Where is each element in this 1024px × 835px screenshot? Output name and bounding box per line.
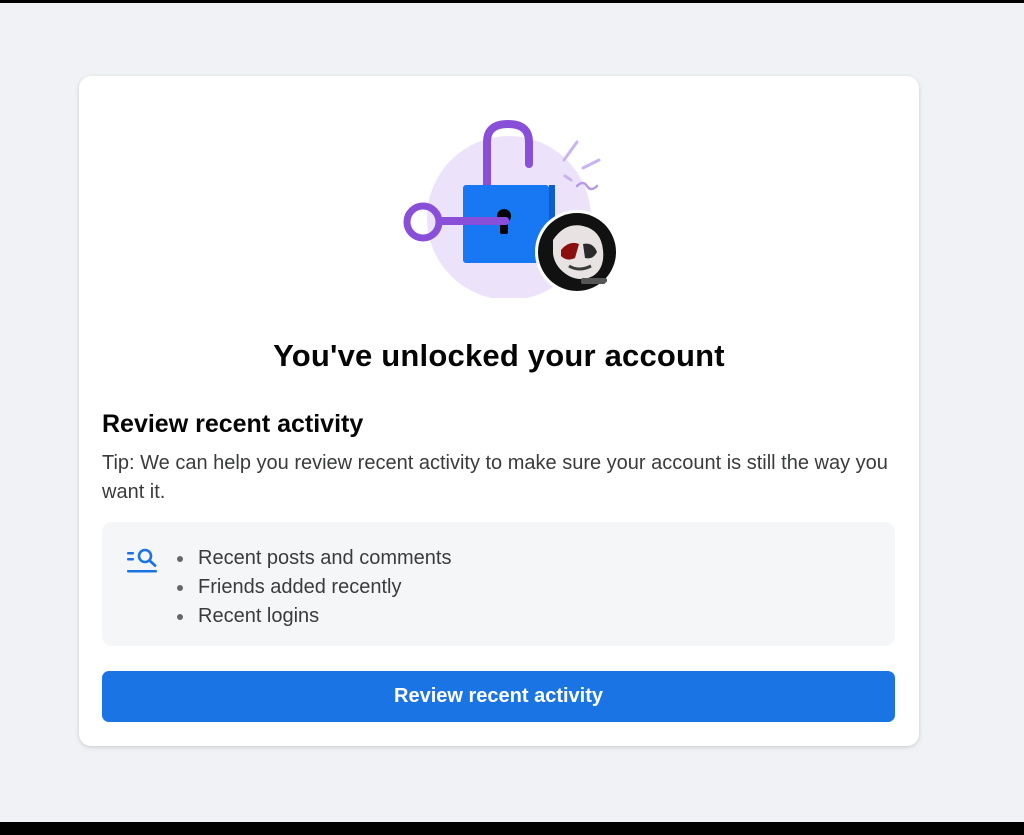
- top-edge-bar: [0, 0, 1024, 3]
- bottom-edge-bar: [0, 822, 1024, 835]
- dialog-title: You've unlocked your account: [273, 338, 725, 373]
- tip-text: Tip: We can help you review recent activ…: [102, 452, 888, 503]
- key-shaft: [439, 217, 509, 225]
- list-item: Recent posts and comments: [172, 544, 451, 573]
- unlocked-account-dialog: You've unlocked your account Review rece…: [79, 76, 919, 746]
- section-heading: Review recent activity: [102, 410, 364, 438]
- review-recent-activity-button[interactable]: Review recent activity: [102, 671, 895, 722]
- list-search-icon: [127, 548, 157, 573]
- activity-list: Recent posts and comments Friends added …: [172, 544, 451, 631]
- activity-summary-box: Recent posts and comments Friends added …: [102, 522, 895, 646]
- list-item: Recent logins: [172, 602, 451, 631]
- profile-avatar: [535, 210, 619, 294]
- list-item: Friends added recently: [172, 573, 451, 602]
